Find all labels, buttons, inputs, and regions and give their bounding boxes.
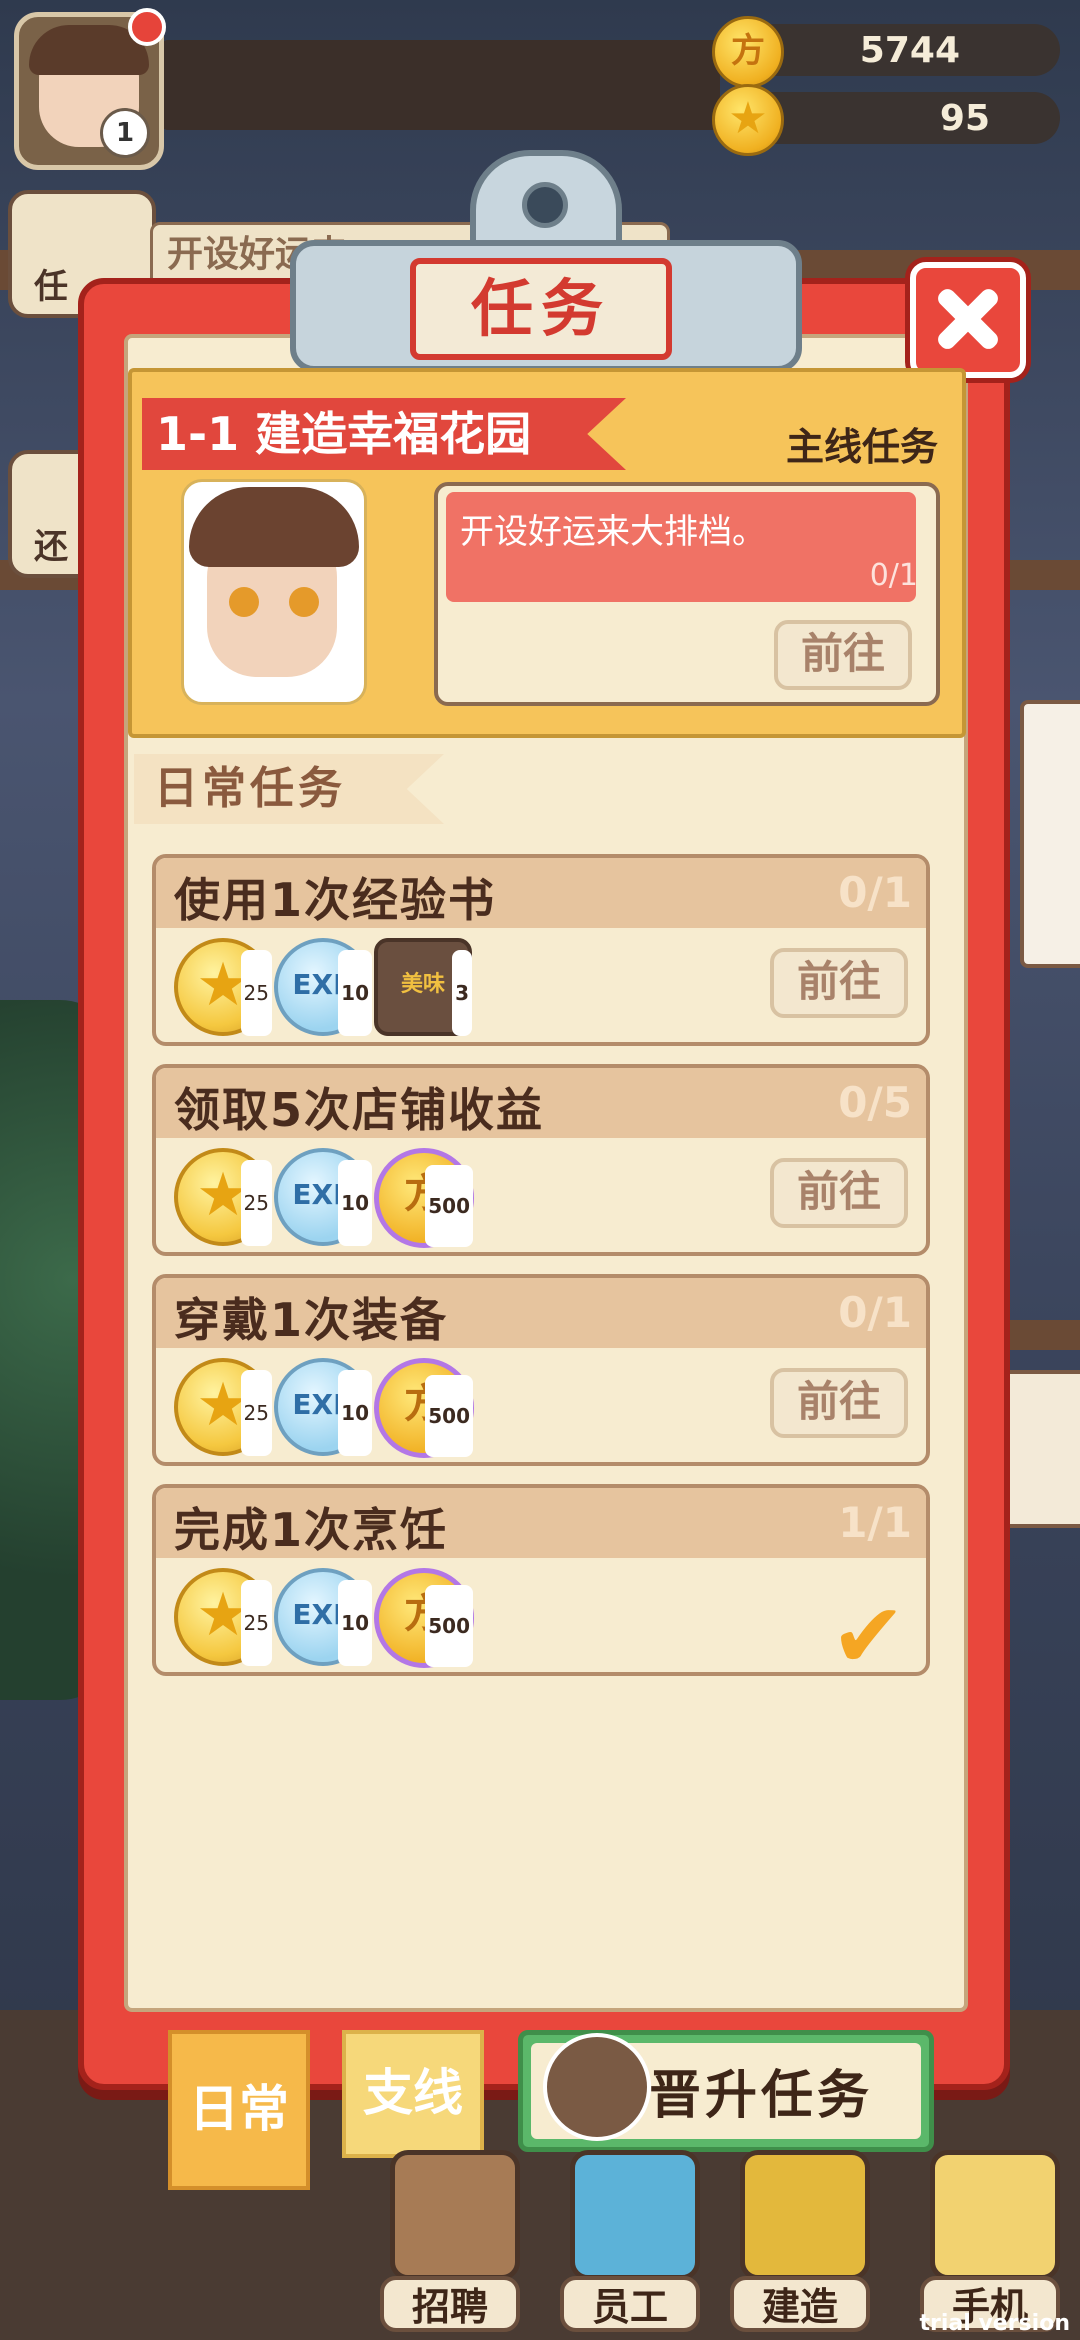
tab-promotion[interactable]: 晋升任务 — [518, 2030, 934, 2152]
task-name: 领取5次店铺收益 — [174, 1083, 545, 1137]
coin-icon[interactable]: 方 500 — [374, 1568, 474, 1668]
star-icon: ★ — [712, 84, 784, 156]
star-icon[interactable]: ★ 25 — [174, 938, 272, 1036]
task-row: 领取5次店铺收益 0/5 ★ 25 EXP 10 方 500 前往 — [152, 1064, 930, 1256]
task-row: 完成1次烹饪 1/1 ★ 25 EXP 10 方 500 ✔ — [152, 1484, 930, 1689]
recipe-book-icon[interactable]: 美味 3 — [374, 938, 472, 1036]
star-icon[interactable]: ★ 25 — [174, 1148, 272, 1246]
task-progress: 0/1 — [838, 868, 912, 917]
player-level-badge: 1 — [100, 108, 150, 158]
main-quest-title: 1-1 建造幸福花园 — [142, 398, 626, 470]
nav-build-label: 建造 — [730, 2276, 870, 2332]
top-bar-background — [160, 40, 720, 130]
main-quest-tag: 主线任务 — [785, 425, 938, 469]
exp-book-icon[interactable]: EXP 10 — [274, 1358, 372, 1456]
panel-title: 任务 — [410, 258, 672, 360]
tab-promotion-label: 晋升任务 — [649, 2066, 874, 2126]
promotion-avatar-icon — [543, 2033, 651, 2141]
build-icon — [740, 2150, 870, 2280]
watermark: trial version — [919, 2311, 1070, 2336]
task-name: 穿戴1次装备 — [174, 1293, 449, 1347]
nav-phone-button[interactable]: 手机 — [920, 2140, 1060, 2340]
coin-icon: 方 — [712, 16, 784, 88]
side-task-label: 任 — [34, 267, 68, 307]
main-quest-card: 1-1 建造幸福花园 主线任务 开设好运来大排档。 0/1 前往 — [128, 368, 966, 738]
phone-icon — [930, 2150, 1060, 2280]
coin-counter[interactable]: 方 5744 — [712, 16, 1060, 88]
star-amount: 95 — [939, 98, 990, 139]
task-progress: 0/1 — [838, 1288, 912, 1337]
main-quest-goto-button[interactable]: 前往 — [774, 620, 912, 690]
completed-check-icon: ✔ — [830, 1584, 906, 1689]
task-name: 使用1次经验书 — [174, 873, 497, 927]
clipboard-header: 任务 — [290, 150, 802, 372]
task-goto-button[interactable]: 前往 — [770, 1368, 908, 1438]
nav-recruit-label: 招聘 — [380, 2276, 520, 2332]
exp-book-icon[interactable]: EXP 10 — [274, 1568, 372, 1666]
main-quest-description: 开设好运来大排档。 — [446, 492, 916, 602]
main-quest-progress: 0/1 — [869, 558, 918, 593]
daily-tasks-header: 日常任务 — [134, 754, 444, 824]
tab-branch[interactable]: 支线 — [342, 2030, 484, 2158]
nav-staff-button[interactable]: 员工 — [560, 2140, 700, 2340]
star-icon[interactable]: ★ 25 — [174, 1358, 272, 1456]
coin-icon[interactable]: 方 500 — [374, 1358, 474, 1458]
close-button[interactable] — [910, 262, 1026, 378]
exp-book-icon[interactable]: EXP 10 — [274, 1148, 372, 1246]
task-name: 完成1次烹饪 — [174, 1503, 449, 1557]
task-progress: 0/5 — [838, 1078, 912, 1127]
nav-recruit-button[interactable]: 招聘 — [380, 2140, 520, 2340]
task-row: 穿戴1次装备 0/1 ★ 25 EXP 10 方 500 前往 — [152, 1274, 930, 1466]
notification-dot — [128, 8, 166, 46]
nav-build-button[interactable]: 建造 — [730, 2140, 870, 2340]
star-icon[interactable]: ★ 25 — [174, 1568, 272, 1666]
tab-daily[interactable]: 日常 — [168, 2030, 310, 2190]
quest-speech-bubble: 开设好运来大排档。 0/1 前往 — [434, 482, 940, 706]
task-row: 使用1次经验书 0/1 ★ 25 EXP 10 美味 3 前往 — [152, 854, 930, 1046]
npc-portrait — [184, 482, 364, 702]
nav-staff-label: 员工 — [560, 2276, 700, 2332]
recruit-icon — [390, 2150, 520, 2280]
exp-book-icon[interactable]: EXP 10 — [274, 938, 372, 1036]
task-goto-button[interactable]: 前往 — [770, 1158, 908, 1228]
coin-icon[interactable]: 方 500 — [374, 1148, 474, 1248]
side-return-label: 还 — [34, 527, 68, 567]
task-progress: 1/1 — [838, 1498, 912, 1547]
task-goto-button[interactable]: 前往 — [770, 948, 908, 1018]
star-counter[interactable]: ★ 95 — [712, 84, 1060, 156]
coin-amount: 5744 — [859, 30, 960, 71]
staff-icon — [570, 2150, 700, 2280]
